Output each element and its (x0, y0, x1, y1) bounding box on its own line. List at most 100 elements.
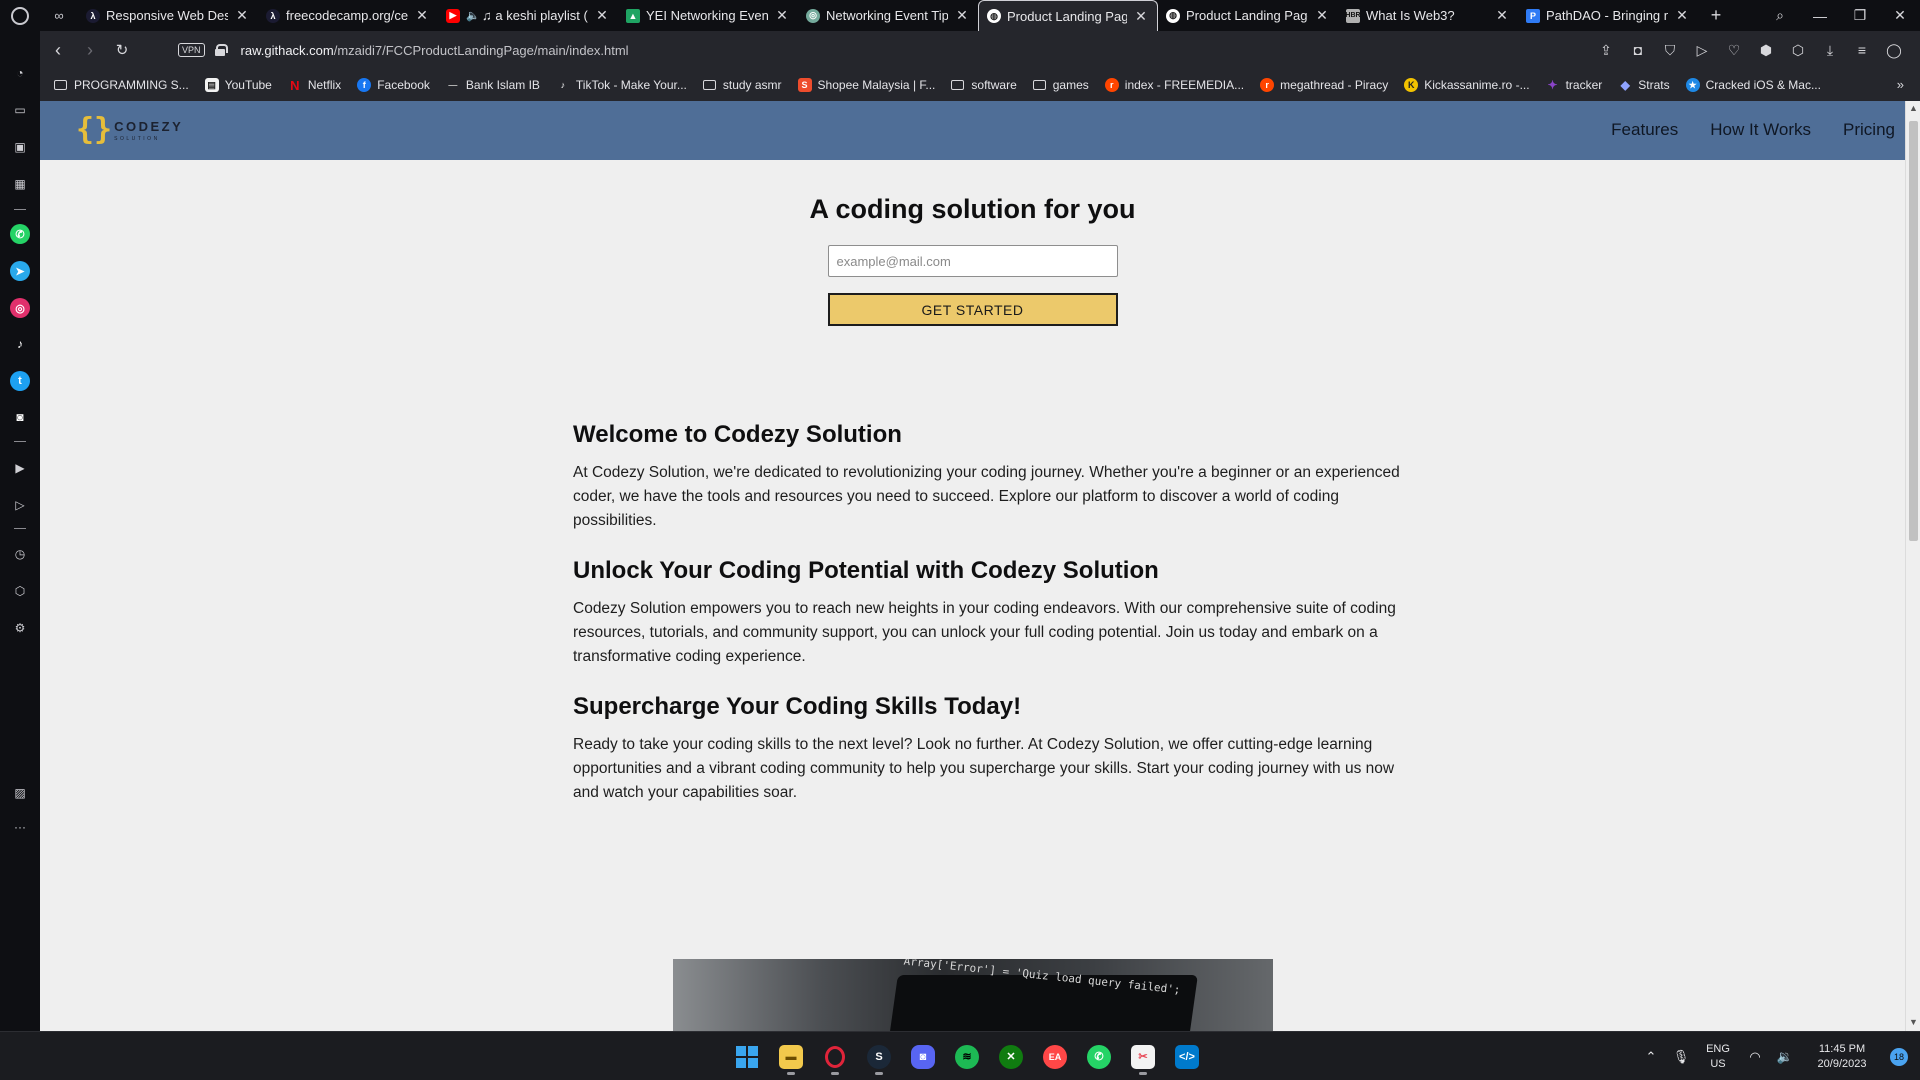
tab-responsive-web-design[interactable]: λ Responsive Web Design ✕ (78, 0, 258, 31)
wifi-icon[interactable]: ◠ (1740, 1049, 1770, 1065)
bookmark-piracy[interactable]: r megathread - Piracy (1260, 78, 1388, 92)
bookmark-freemedia[interactable]: r index - FREEMEDIA... (1104, 78, 1244, 92)
settings-gear-icon[interactable]: ⚙ (10, 618, 30, 638)
extensions-icon[interactable]: ⬢ (1750, 42, 1782, 59)
tab-pathdao[interactable]: P PathDAO - Bringing mil ✕ (1518, 0, 1698, 31)
tab-freecodecamp-cert[interactable]: λ freecodecamp.org/certi ✕ (258, 0, 438, 31)
bookmark-tiktok[interactable]: ♪ TikTok - Make Your... (556, 78, 687, 92)
bookmark-kickassanime[interactable]: K Kickassanime.ro -... (1404, 78, 1530, 92)
ea-icon[interactable]: EA (1033, 1037, 1077, 1077)
whatsapp-icon[interactable]: ✆ (1077, 1037, 1121, 1077)
opera-menu-icon[interactable] (0, 0, 40, 31)
vertical-scrollbar[interactable]: ▲ ▼ (1905, 101, 1920, 1031)
chevron-up-icon[interactable]: ⌃ (1636, 1049, 1666, 1065)
download-icon[interactable]: ⤓ (1814, 42, 1846, 59)
bookmark-strats[interactable]: ◆ Strats (1618, 78, 1670, 92)
scroll-down-icon[interactable]: ▼ (1909, 1017, 1918, 1027)
close-window-icon[interactable]: ✕ (1880, 0, 1920, 31)
shopping-icon[interactable]: ▭ (10, 100, 30, 120)
flow-icon[interactable]: ▷ (10, 495, 30, 515)
more-bookmarks-icon[interactable]: » (1897, 77, 1904, 92)
shield-icon[interactable]: ⛉ (1654, 42, 1686, 59)
tiktok-icon[interactable]: ♪ (10, 334, 30, 354)
whatsapp-icon[interactable]: ✆ (10, 224, 30, 244)
windows-start-icon[interactable] (725, 1037, 769, 1077)
pinboard-icon[interactable]: ▨ (10, 783, 30, 803)
camera-icon[interactable]: ◘ (1622, 42, 1654, 58)
url-field[interactable]: raw.githack.com/mzaidi7/FCCProductLandin… (241, 43, 629, 58)
scroll-up-icon[interactable]: ▲ (1909, 103, 1918, 113)
share-icon[interactable]: ⇪ (1590, 42, 1622, 59)
tab-islands-icon[interactable]: ∞ (40, 0, 78, 31)
codezy-logo[interactable]: {} CODEZY SOLUTION (76, 115, 183, 145)
microphone-icon[interactable]: 🎙 (1666, 1049, 1696, 1065)
more-options-icon[interactable]: ··· (10, 817, 30, 837)
close-tab-icon[interactable]: ✕ (1674, 7, 1690, 24)
nav-link-how-it-works[interactable]: How It Works (1710, 120, 1811, 140)
extensions-cube-icon[interactable]: ⬡ (10, 581, 30, 601)
notification-badge[interactable]: 18 (1890, 1047, 1908, 1066)
file-explorer-icon[interactable]: ▬ (769, 1037, 813, 1077)
bookmark-folder-software[interactable]: software (951, 78, 1017, 92)
bookmark-youtube[interactable]: ▤ YouTube (204, 78, 272, 92)
twitter-icon[interactable]: t (10, 371, 30, 391)
close-tab-icon[interactable]: ✕ (234, 7, 250, 24)
tab-what-is-web3[interactable]: HBR What Is Web3? ✕ (1338, 0, 1518, 31)
tab-yei-networking[interactable]: ▲ YEI Networking Event P ✕ (618, 0, 798, 31)
cube-icon[interactable]: ⬡ (1782, 42, 1814, 59)
steam-icon[interactable]: S (857, 1037, 901, 1077)
twitch-icon[interactable]: ▣ (10, 137, 30, 157)
instagram-icon[interactable]: ◎ (10, 298, 30, 318)
speed-dial-icon[interactable]: ◔ (10, 63, 30, 83)
nav-link-features[interactable]: Features (1611, 120, 1678, 140)
bookmark-cracked-ios[interactable]: ★ Cracked iOS & Mac... (1685, 78, 1821, 92)
minimize-icon[interactable]: — (1800, 0, 1840, 31)
bookmark-bank-islam[interactable]: — Bank Islam IB (446, 78, 540, 92)
opera-icon[interactable] (813, 1037, 857, 1077)
close-tab-icon[interactable]: ✕ (1133, 8, 1149, 25)
spotify-icon[interactable]: ≋ (945, 1037, 989, 1077)
xbox-icon[interactable]: ✕ (989, 1037, 1033, 1077)
easy-setup-icon[interactable]: ≡ (1846, 42, 1878, 58)
player-icon[interactable]: ▶ (10, 458, 30, 478)
discord-icon[interactable]: ◙ (901, 1037, 945, 1077)
history-icon[interactable]: ◷ (10, 544, 30, 564)
close-tab-icon[interactable]: ✕ (954, 7, 970, 24)
get-started-button[interactable]: GET STARTED (827, 293, 1118, 326)
restore-icon[interactable]: ❐ (1840, 0, 1880, 31)
close-tab-icon[interactable]: ✕ (414, 7, 430, 24)
tab-keshi-playlist[interactable]: ▶ 🔈 ♫ a keshi playlist (4: ✕ (438, 0, 618, 31)
bookmark-shopee[interactable]: S Shopee Malaysia | F... (797, 78, 935, 92)
aria-icon[interactable]: ▦ (10, 174, 30, 194)
bookmark-tracker[interactable]: ✦ tracker (1546, 78, 1603, 92)
vpn-badge[interactable]: VPN (178, 43, 205, 57)
close-tab-icon[interactable]: ✕ (1314, 7, 1330, 24)
tab-networking-tips[interactable]: ◎ Networking Event Tips ✕ (798, 0, 978, 31)
bookmark-facebook[interactable]: f Facebook (357, 78, 430, 92)
close-tab-icon[interactable]: ✕ (594, 7, 610, 24)
close-tab-icon[interactable]: ✕ (774, 7, 790, 24)
heart-icon[interactable]: ♡ (1718, 42, 1750, 59)
clock[interactable]: 11:45 PM 20/9/2023 (1800, 1042, 1884, 1072)
forward-icon[interactable]: › (74, 34, 106, 66)
speaker-icon[interactable]: 🔈 (466, 9, 480, 23)
reload-icon[interactable]: ↻ (106, 34, 138, 66)
send-icon[interactable]: ▷ (1686, 42, 1718, 59)
bookmark-folder-games[interactable]: games (1032, 78, 1089, 92)
bookmark-folder-study-asmr[interactable]: study asmr (702, 78, 782, 92)
vscode-icon[interactable]: </> (1165, 1037, 1209, 1077)
new-tab-icon[interactable]: + (1698, 0, 1734, 31)
bookmark-folder-programming[interactable]: PROGRAMMING S... (54, 78, 189, 92)
tab-product-landing-active[interactable]: ◍ Product Landing Page ✕ (978, 0, 1158, 31)
bookmark-netflix[interactable]: N Netflix (288, 78, 341, 93)
snipping-tool-icon[interactable]: ✂ (1121, 1037, 1165, 1077)
tab-search-icon[interactable]: ⌕ (1760, 0, 1800, 31)
lock-icon[interactable] (214, 44, 228, 56)
back-icon[interactable]: ‹ (42, 34, 74, 66)
close-tab-icon[interactable]: ✕ (1494, 7, 1510, 24)
telegram-icon[interactable]: ➤ (10, 261, 30, 281)
nav-link-pricing[interactable]: Pricing (1843, 120, 1895, 140)
discord-icon[interactable]: ◙ (10, 407, 30, 427)
email-field[interactable] (827, 245, 1118, 277)
scrollbar-thumb[interactable] (1909, 121, 1918, 541)
